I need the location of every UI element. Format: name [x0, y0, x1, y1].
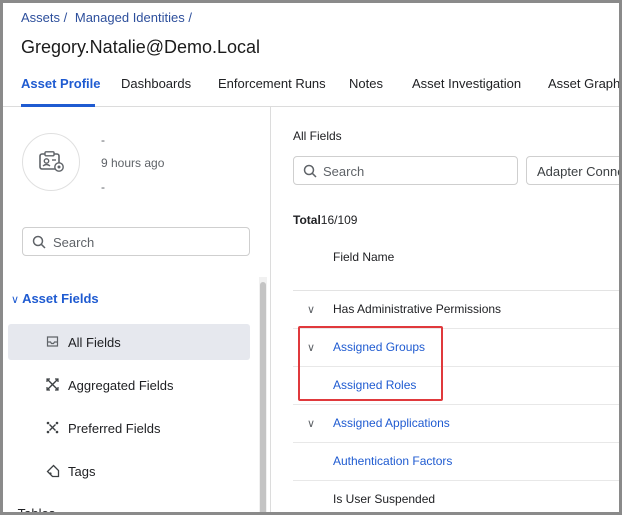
preferred-icon — [46, 421, 59, 434]
search-icon — [303, 164, 317, 178]
field-name-link[interactable]: Assigned Applications — [333, 416, 450, 430]
table-row: Assigned Roles — [293, 367, 619, 405]
last-seen: 9 hours ago — [101, 156, 165, 170]
search-icon — [32, 235, 46, 249]
adapter-connections-label: Adapter Connections — [537, 164, 622, 179]
chevron-down-icon[interactable]: ∨ — [307, 341, 315, 354]
profile-extra: - — [101, 180, 105, 194]
nav-item-label: Aggregated Fields — [68, 378, 174, 393]
chevron-down-icon: ∨ — [11, 294, 20, 306]
left-panel: - 9 hours ago - Search ∨ Asset Fields All… — [3, 107, 271, 515]
total-value: 16/109 — [320, 213, 358, 227]
section-title: All Fields — [293, 129, 342, 143]
tables-header[interactable]: › Tables — [11, 506, 56, 515]
nav-item-label: All Fields — [68, 335, 121, 350]
inbox-icon — [46, 336, 59, 347]
breadcrumb-item-managed-identities[interactable]: Managed Identities / — [75, 10, 192, 25]
table-row: ∨ Assigned Groups — [293, 329, 619, 367]
asset-fields-label: Asset Fields — [22, 291, 99, 306]
table-row: Is User Suspended — [293, 481, 619, 512]
adapter-connections-dropdown[interactable]: Adapter Connections — [526, 156, 622, 185]
chevron-down-icon[interactable]: ∨ — [307, 303, 315, 316]
nav-item-label: Preferred Fields — [68, 421, 161, 436]
app-window: Assets / Managed Identities / Gregory.Na… — [0, 0, 622, 515]
tab-bar: Asset Profile Dashboards Enforcement Run… — [3, 71, 619, 107]
nav-item-label: Tags — [68, 464, 96, 479]
left-scrollbar[interactable] — [259, 277, 267, 512]
breadcrumb-item-assets[interactable]: Assets / — [21, 10, 67, 25]
nav-item-preferred-fields[interactable]: Preferred Fields — [8, 410, 250, 446]
field-name: Is User Suspended — [333, 492, 436, 506]
page-title: Gregory.Natalie@Demo.Local — [21, 37, 261, 57]
avatar — [22, 133, 80, 191]
chevron-down-icon[interactable]: ∨ — [307, 417, 315, 430]
asset-fields-header[interactable]: ∨ Asset Fields — [11, 291, 99, 306]
tab-asset-profile[interactable]: Asset Profile — [21, 76, 100, 91]
tab-asset-graph[interactable]: Asset Graph — [548, 76, 619, 91]
tag-icon — [46, 464, 60, 478]
tab-dashboards[interactable]: Dashboards — [121, 76, 191, 91]
tables-label: Tables — [17, 506, 56, 515]
tab-notes[interactable]: Notes — [349, 76, 383, 91]
total-count: Total16/109 — [293, 213, 357, 227]
table-row: ∨ Assigned Applications — [293, 405, 619, 443]
table-row: ∨ Has Administrative Permissions — [293, 291, 619, 329]
aggregate-icon — [46, 378, 59, 391]
chevron-right-icon: › — [11, 509, 15, 515]
nav-item-all-fields[interactable]: All Fields — [8, 324, 250, 360]
field-name-link[interactable]: Authentication Factors — [333, 454, 452, 468]
field-name-link[interactable]: Assigned Roles — [333, 378, 416, 392]
scrollbar-thumb[interactable] — [260, 282, 266, 512]
total-label: Total — [293, 213, 321, 227]
tab-enforcement-runs[interactable]: Enforcement Runs — [218, 76, 326, 91]
field-name: Has Administrative Permissions — [333, 302, 502, 316]
id-card-gear-icon — [39, 151, 64, 172]
nav-item-aggregated-fields[interactable]: Aggregated Fields — [8, 367, 250, 403]
fields-search-placeholder: Search — [323, 164, 365, 179]
left-search-placeholder: Search — [53, 235, 95, 250]
left-search-input[interactable]: Search — [22, 227, 250, 256]
tab-asset-investigation[interactable]: Asset Investigation — [412, 76, 521, 91]
column-header-field-name: Field Name — [333, 250, 395, 264]
right-panel: All Fields Search Adapter Connections To… — [271, 107, 622, 512]
profile-name: - — [101, 133, 105, 147]
breadcrumb: Assets / Managed Identities / — [21, 10, 196, 25]
fields-search-input[interactable]: Search — [293, 156, 518, 185]
field-name-link[interactable]: Assigned Groups — [333, 340, 425, 354]
table-row: Authentication Factors — [293, 443, 619, 481]
nav-item-tags[interactable]: Tags — [8, 453, 250, 489]
